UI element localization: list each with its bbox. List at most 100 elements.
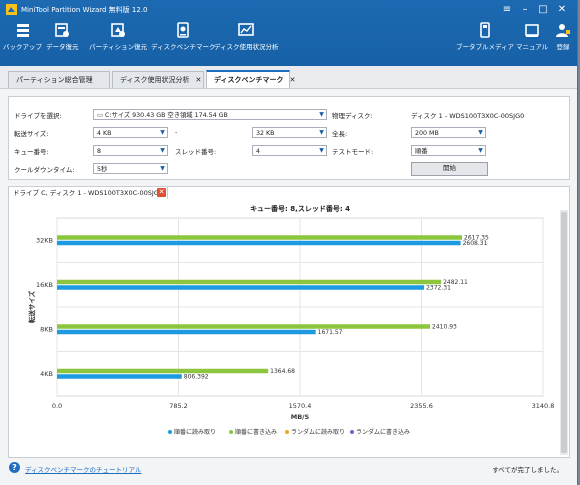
physical-disk-value: ディスク 1 - WDS100T3X0C-00SJG0	[411, 112, 525, 120]
benchmark-chart: キュー番号: 8,スレッド番号: 4 0.0 785.2 1570.4 2355.6 31…	[27, 204, 554, 436]
toolbar-backup[interactable]: バックアップ	[3, 22, 42, 51]
thread-label: スレッド番号:	[175, 148, 217, 156]
chart-title: キュー番号: 8,スレッド番号: 4	[250, 204, 350, 213]
data-label: 2372.31	[426, 284, 451, 291]
register-icon	[556, 24, 570, 37]
tab-bar: パーティション総合管理 ディスク使用状況分析 ✕ ディスクベンチマーク ✕	[0, 66, 577, 89]
toolbar-label: バックアップ	[3, 43, 42, 51]
title-bar: MiniTool Partition Wizard 無料版 12.0 ≡ – □…	[0, 0, 577, 20]
tab-label: パーティション総合管理	[16, 76, 93, 84]
menu-icon[interactable]: ≡	[500, 3, 514, 17]
toolbar-label: パーティション復元	[89, 43, 148, 51]
transfer-size-from-select[interactable]: 4 KB ▼	[93, 127, 168, 138]
data-label: 806.392	[184, 373, 209, 380]
test-mode-select[interactable]: 順番 ▼	[411, 145, 486, 156]
toolbar-space-analyzer[interactable]: ディスク使用状況分析	[214, 22, 279, 51]
tab-label: ディスクベンチマーク	[214, 76, 284, 84]
bar-seq-read	[57, 240, 461, 246]
legend-label: 順番に書き込み	[235, 428, 277, 436]
bar-seq-read	[57, 285, 425, 290]
manual-icon	[525, 24, 539, 37]
bar-seq-write	[57, 279, 442, 285]
toolbar-disk-benchmark[interactable]: ディスクベンチマーク	[151, 22, 216, 51]
toolbar-manual[interactable]: マニュアル	[516, 22, 548, 51]
disk-benchmark-icon	[177, 22, 190, 38]
test-mode-label: テストモード:	[332, 148, 374, 156]
close-icon[interactable]: ✕	[290, 76, 296, 84]
transfer-size-to-select[interactable]: 32 KB ▼	[252, 127, 327, 138]
toolbar-bootable-media[interactable]: ブータブルメディア	[456, 22, 514, 51]
header: MiniTool Partition Wizard 無料版 12.0 ≡ – □…	[0, 0, 577, 66]
chevron-down-icon: ▼	[160, 165, 165, 172]
maximize-button[interactable]: □	[536, 3, 550, 17]
bar-seq-write	[57, 324, 431, 329]
queue-label: キュー番号:	[14, 148, 49, 156]
toolbar-label: ブータブルメディア	[456, 43, 515, 51]
legend-label: ランダムに書き込み	[356, 428, 410, 436]
tab-disk-benchmark[interactable]: ディスクベンチマーク ✕	[206, 70, 295, 88]
status-text: すべてが完了しました。	[492, 466, 563, 474]
start-button[interactable]: 開始	[411, 162, 488, 176]
thread-select[interactable]: 4 ▼	[252, 145, 327, 156]
drive-label: ドライブを選択:	[14, 112, 62, 120]
legend-label: 順番に読み取り	[174, 428, 216, 436]
y-tick-label: 32KB	[36, 236, 53, 244]
result-tab-close-icon[interactable]: ✕	[157, 188, 166, 197]
range-separator: -	[175, 128, 178, 136]
data-label: 2608.31	[463, 240, 488, 247]
partition-recovery-icon	[111, 23, 126, 37]
total-length-select[interactable]: 200 MB ▼	[411, 127, 486, 138]
help-icon[interactable]: ?	[9, 462, 20, 473]
x-tick-label: 2355.6	[410, 402, 433, 410]
chevron-down-icon: ▼	[478, 129, 483, 136]
app-window: MiniTool Partition Wizard 無料版 12.0 ≡ – □…	[0, 0, 578, 485]
legend-marker	[285, 430, 289, 434]
legend-marker	[229, 430, 233, 434]
tab-space-analyzer[interactable]: ディスク使用状況分析 ✕	[112, 71, 204, 88]
result-tab-label: ドライブ C, ディスク 1 - WDS100T3X0C-00SJG0	[13, 189, 163, 197]
cooldown-select[interactable]: 5秒 ▼	[93, 163, 168, 174]
x-axis-label: MB/S	[291, 413, 310, 421]
x-tick-label: 1570.4	[289, 402, 312, 410]
data-recovery-icon	[55, 23, 70, 37]
bar-seq-write	[57, 235, 463, 240]
toolbar-data-recovery[interactable]: データ復元	[46, 22, 79, 51]
app-title: MiniTool Partition Wizard 無料版 12.0	[21, 6, 148, 14]
transfer-size-from: 4 KB	[97, 130, 112, 137]
space-analyzer-icon	[238, 23, 255, 36]
minimize-button[interactable]: –	[518, 3, 532, 17]
toolbar-partition-recovery[interactable]: パーティション復元	[89, 22, 147, 51]
thread-value: 4	[256, 148, 261, 155]
result-tab[interactable]: ドライブ C, ディスク 1 - WDS100T3X0C-00SJG0	[8, 186, 168, 199]
chevron-down-icon: ▼	[319, 111, 324, 118]
close-icon[interactable]: ✕	[196, 76, 202, 84]
transfer-size-label: 転送サイズ:	[14, 130, 49, 138]
bar-seq-read	[57, 374, 182, 379]
cooldown-label: クールダウンタイム:	[14, 166, 75, 174]
bar-seq-read	[57, 329, 316, 335]
queue-value: 8	[97, 148, 102, 155]
legend-label: ランダムに読み取り	[291, 428, 345, 436]
tab-partition-management[interactable]: パーティション総合管理	[8, 71, 110, 88]
toolbar-label: ディスクベンチマーク	[151, 43, 216, 51]
legend-marker	[350, 430, 354, 434]
drive-select[interactable]: ▭ C:サイズ 930.43 GB 空き領域 174.54 GB ▼	[93, 109, 327, 120]
drive-value: C:サイズ 930.43 GB 空き領域 174.54 GB	[104, 112, 228, 119]
toolbar-label: データ復元	[46, 43, 79, 51]
y-tick-label: 16KB	[36, 281, 53, 289]
cooldown-value: 5秒	[97, 166, 108, 173]
chevron-down-icon: ▼	[478, 147, 483, 154]
drive-icon: ▭	[97, 112, 105, 119]
physical-disk-label: 物理ディスク:	[332, 112, 373, 120]
toolbar-register[interactable]: 登録	[555, 22, 571, 51]
toolbar-label: ディスク使用状況分析	[214, 43, 279, 51]
y-tick-label: 8KB	[40, 325, 53, 333]
scrollbar-thumb[interactable]	[561, 212, 567, 453]
chevron-down-icon: ▼	[319, 129, 324, 136]
tutorial-link[interactable]: ディスクベンチマークのチュートリアル	[25, 464, 141, 474]
toolbar-label: 登録	[556, 43, 570, 51]
queue-select[interactable]: 8 ▼	[93, 145, 168, 156]
data-label: 2410.93	[432, 323, 457, 330]
data-label: 1364.68	[270, 368, 295, 375]
close-button[interactable]: ✕	[555, 3, 569, 17]
